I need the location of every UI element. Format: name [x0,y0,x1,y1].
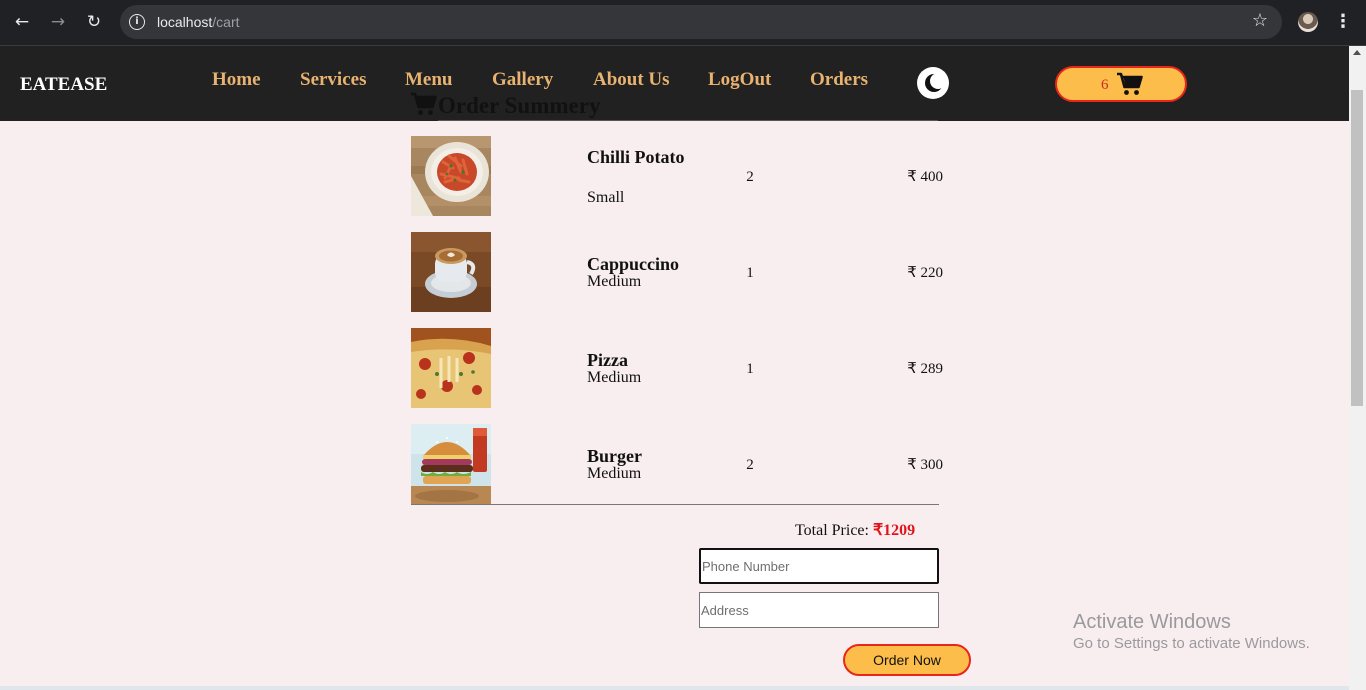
item-image-pizza [411,328,491,408]
item-image-chilli-potato [411,136,491,216]
total-price-label: Total Price: [795,522,869,539]
cart-item: Cappuccino Medium 1 ₹ 220 [411,232,951,312]
page-scrollbar[interactable] [1349,46,1366,690]
scrollbar-thumb[interactable] [1351,90,1363,406]
item-price: ₹ 400 [907,169,943,185]
cart-button[interactable]: 6 [1055,66,1187,102]
cart-item: Pizza Medium 1 ₹ 289 [411,328,951,408]
site-header: EATEASE Home Services Menu Gallery About… [0,46,1349,121]
item-name: Cappuccino [587,254,680,274]
nav-logout[interactable]: LogOut [708,69,771,91]
nav-about-us[interactable]: About Us [593,69,670,91]
nav-gallery[interactable]: Gallery [492,69,553,91]
cart-item: Chilli Potato Small 2 ₹ 400 [411,136,951,216]
item-name: Chilli Potato [587,147,685,167]
brand-logo[interactable]: EATEASE [20,74,107,96]
item-image-cappuccino [411,232,491,312]
order-summary-title-text: Order Summery [438,93,601,118]
item-price: ₹ 289 [907,361,943,377]
item-quantity: 2 [746,169,754,185]
phone-number-input[interactable] [699,548,939,584]
url-host: localhost [157,14,213,30]
item-quantity: 1 [746,265,754,281]
item-price: ₹ 300 [907,457,943,473]
windows-activation-watermark: Activate Windows Go to Settings to activ… [1073,610,1310,654]
scroll-up-arrow-icon[interactable] [1353,50,1361,55]
browser-toolbar: ← → ↻ i localhost/cart ☆ ⋮ [0,0,1366,46]
nav-menu[interactable]: Menu [405,69,453,91]
bookmark-star-icon[interactable]: ☆ [1252,11,1268,31]
url-text[interactable]: localhost/cart [157,13,240,31]
order-now-button[interactable]: Order Now [843,644,971,676]
site-info-icon[interactable]: i [129,14,145,30]
watermark-title: Activate Windows [1073,611,1231,633]
order-summary-title: Order Summery [410,92,600,119]
cart-item: Burger Medium 2 ₹ 300 [411,424,951,504]
taskbar-strip [0,686,1349,690]
profile-avatar[interactable] [1298,12,1318,32]
item-name: Pizza [587,350,628,370]
cart-icon [411,92,437,115]
item-quantity: 2 [746,457,754,473]
item-size: Medium [587,369,642,386]
item-price: ₹ 220 [907,265,943,281]
item-name: Burger [587,446,642,466]
item-size: Medium [587,273,642,290]
theme-toggle-button[interactable] [917,67,949,99]
moon-icon [925,73,946,92]
nav-home[interactable]: Home [212,69,261,91]
menu-kebab-icon[interactable]: ⋮ [1334,11,1352,33]
forward-arrow-icon[interactable]: → [47,11,69,33]
address-bar[interactable]: i localhost/cart ☆ [120,5,1282,39]
item-image-burger [411,424,491,504]
cart-count: 6 [1101,77,1109,93]
divider [411,504,939,505]
address-input[interactable] [699,592,939,628]
watermark-subtitle: Go to Settings to activate Windows. [1073,635,1310,652]
item-size: Small [587,189,625,206]
item-size: Medium [587,465,642,482]
nav-orders[interactable]: Orders [810,69,868,91]
reload-icon[interactable]: ↻ [83,11,105,33]
nav-services[interactable]: Services [300,69,366,91]
back-arrow-icon[interactable]: ← [11,11,33,33]
item-quantity: 1 [746,361,754,377]
total-price-value: ₹1209 [872,522,916,539]
url-path: /cart [212,14,240,30]
divider [438,120,938,121]
total-price: Total Price: ₹1209 [795,522,915,540]
cart-icon [1117,72,1143,95]
